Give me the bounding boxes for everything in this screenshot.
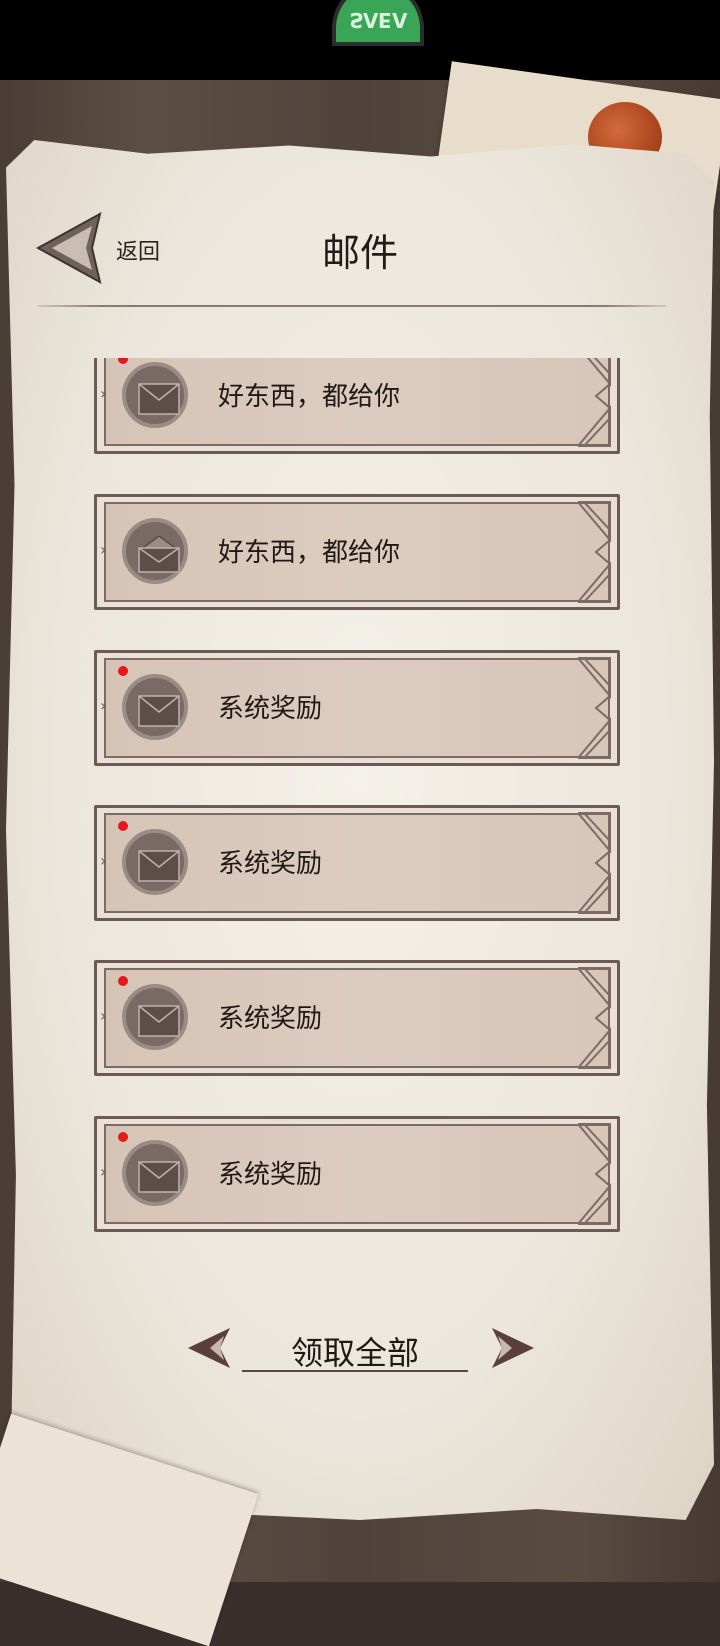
corner-ornament-icon — [577, 657, 611, 759]
arrow-left-icon — [188, 1328, 230, 1368]
envelope-icon — [122, 362, 188, 428]
mail-item[interactable]: › 系统奖励 — [94, 1116, 620, 1232]
corner-ornament-icon — [577, 967, 611, 1069]
mail-item[interactable]: › 好东西，都给你 — [94, 358, 620, 454]
mail-item[interactable]: › 系统奖励 — [94, 805, 620, 921]
corner-ornament-icon — [577, 358, 611, 447]
chevron-right-icon: › — [100, 1162, 107, 1181]
envelope-icon — [122, 829, 188, 895]
mail-subject: 好东西，都给你 — [218, 538, 401, 568]
unread-dot — [118, 821, 128, 831]
top-bar: ɅƎɅƧ — [0, 0, 720, 80]
chevron-right-icon: › — [100, 384, 107, 403]
corner-ornament-icon — [577, 812, 611, 914]
corner-ornament-icon — [577, 501, 611, 603]
envelope-icon — [122, 984, 188, 1050]
mail-subject: 系统奖励 — [218, 1160, 323, 1190]
mail-item[interactable]: › 好东西，都给你 — [94, 494, 620, 610]
chevron-right-icon: › — [100, 851, 107, 870]
mail-subject: 好东西，都给你 — [218, 382, 401, 412]
mail-subject: 系统奖励 — [218, 1004, 323, 1034]
arrow-right-icon — [492, 1328, 534, 1368]
claim-all-label: 领取全部 — [290, 1334, 419, 1372]
mail-item[interactable]: › 系统奖励 — [94, 960, 620, 1076]
envelope-open-icon — [122, 518, 188, 584]
header-divider — [38, 305, 666, 307]
status-badge: ɅƎɅƧ — [332, 0, 424, 46]
unread-dot — [118, 666, 128, 676]
claim-underline — [242, 1370, 468, 1372]
envelope-icon — [122, 1140, 188, 1206]
claim-all-button[interactable]: 领取全部 — [186, 1318, 536, 1382]
chevron-right-icon: › — [100, 540, 107, 559]
mail-item[interactable]: › 系统奖励 — [94, 650, 620, 766]
corner-ornament-icon — [577, 1123, 611, 1225]
page-title: 邮件 — [321, 231, 398, 275]
unread-dot — [118, 976, 128, 986]
envelope-icon — [122, 674, 188, 740]
chevron-right-icon: › — [100, 696, 107, 715]
mail-list[interactable]: › 好东西，都给你 › 好东西，都给你 › 系统奖励 › 系统奖励 › 系统奖励 › 系统奖励 — [94, 358, 622, 1238]
mail-subject: 系统奖励 — [218, 849, 323, 879]
unread-dot — [118, 1132, 128, 1142]
chevron-right-icon: › — [100, 1006, 107, 1025]
mail-subject: 系统奖励 — [218, 694, 323, 724]
